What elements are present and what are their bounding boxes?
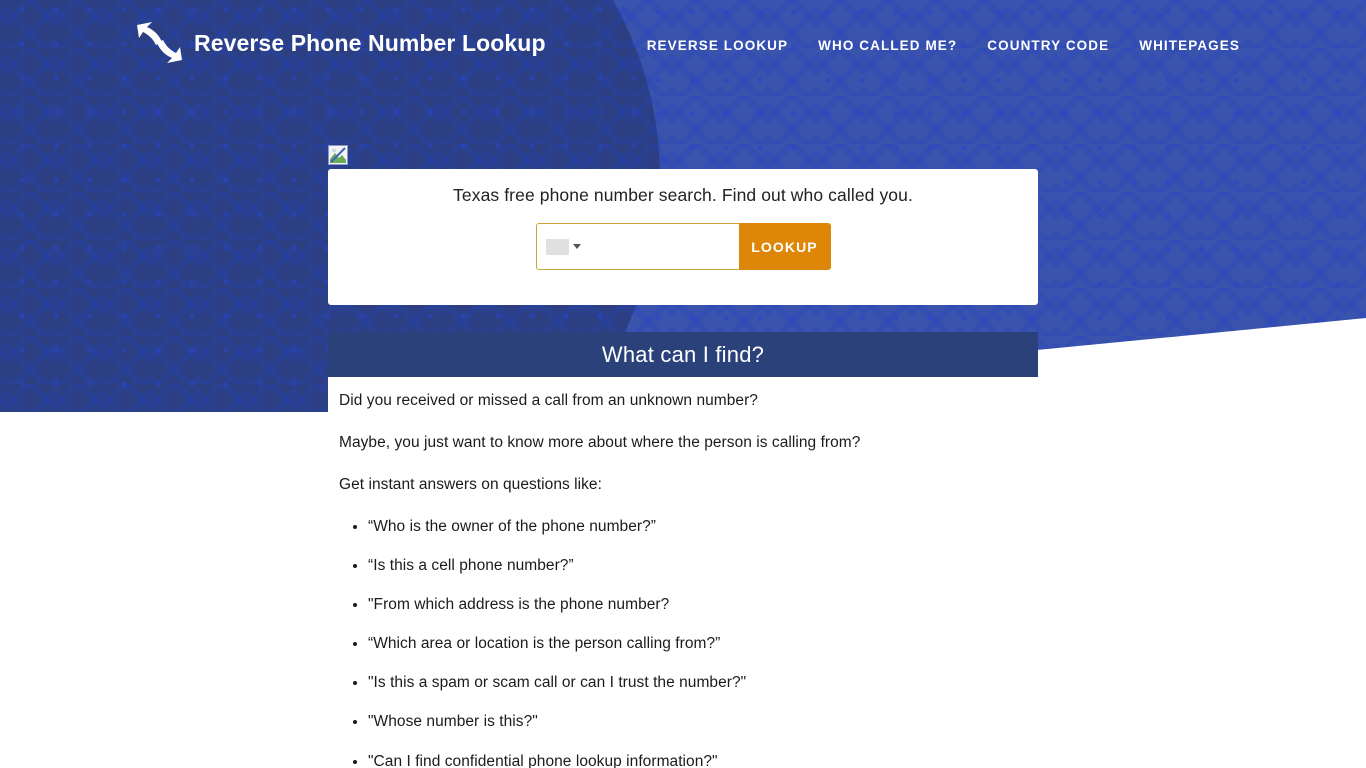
broken-image-icon [328, 145, 348, 165]
what-can-i-find-body: Did you received or missed a call from a… [328, 377, 1038, 768]
nav-item-whitepages[interactable]: WHITEPAGES [1139, 38, 1240, 53]
nav-item-reverse-lookup[interactable]: REVERSE LOOKUP [647, 38, 788, 53]
brand-title: Reverse Phone Number Lookup [194, 29, 546, 56]
list-item: "From which address is the phone number? [368, 595, 1038, 615]
nav-item-country-code[interactable]: COUNTRY CODE [987, 38, 1109, 53]
find-paragraph-2: Maybe, you just want to know more about … [339, 433, 861, 451]
lookup-button[interactable]: LOOKUP [738, 223, 831, 270]
what-can-i-find-heading-bar: What can I find? [328, 332, 1038, 377]
list-item: "Is this a spam or scam call or can I tr… [368, 673, 1038, 693]
search-card: Texas free phone number search. Find out… [328, 169, 1038, 305]
reverse-arrows-icon [137, 22, 182, 63]
list-item: “Who is the owner of the phone number?” [368, 517, 1038, 537]
site-header: Reverse Phone Number Lookup REVERSE LOOK… [0, 0, 1366, 86]
what-can-i-find-heading: What can I find? [601, 341, 765, 367]
list-item: "Can I find confidential phone lookup in… [368, 752, 1038, 768]
what-can-i-find-panel: What can I find? Did you received or mis… [328, 332, 1038, 768]
list-item: “Which area or location is the person ca… [368, 634, 1038, 654]
main-nav: REVERSE LOOKUP WHO CALLED ME? COUNTRY CO… [647, 34, 1240, 53]
chevron-down-icon[interactable] [572, 244, 581, 249]
phone-search-form: LOOKUP [535, 223, 831, 270]
brand-logo-link[interactable]: Reverse Phone Number Lookup [130, 15, 546, 71]
nav-item-who-called-me[interactable]: WHO CALLED ME? [818, 38, 957, 53]
phone-input-group[interactable] [535, 223, 788, 270]
find-paragraph-1: Did you received or missed a call from a… [339, 392, 758, 409]
find-paragraph-3: Get instant answers on questions like: [339, 475, 602, 493]
search-tagline: Texas free phone number search. Find out… [453, 185, 913, 205]
page-root: Reverse Phone Number Lookup REVERSE LOOK… [0, 0, 1366, 768]
list-item: "Whose number is this?" [368, 712, 1038, 732]
country-flag-placeholder-icon[interactable] [545, 238, 569, 255]
list-item: “Is this a cell phone number?” [368, 556, 1038, 576]
find-questions-list: “Who is the owner of the phone number?” … [339, 517, 1038, 768]
